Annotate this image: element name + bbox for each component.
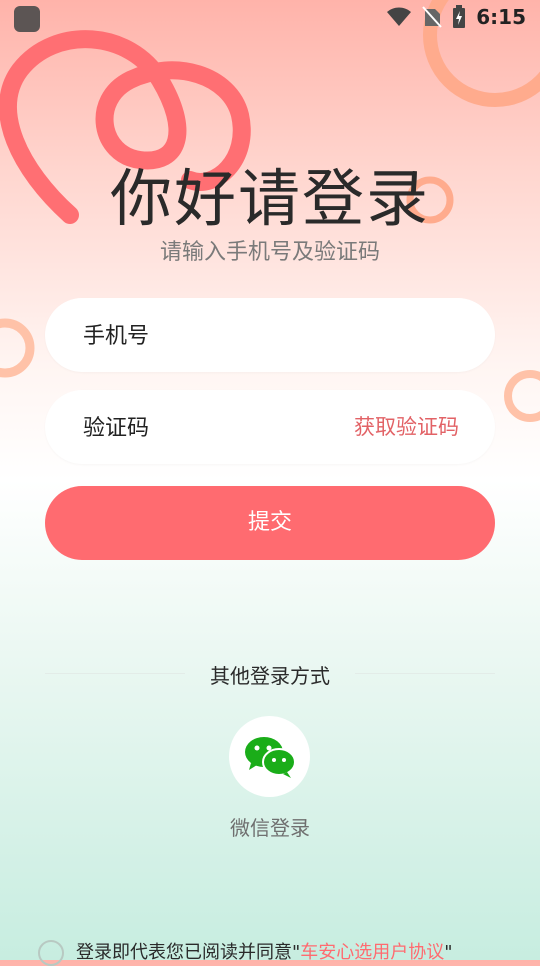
- phone-field[interactable]: [45, 298, 495, 374]
- other-login-label: 其他登录方式: [210, 664, 330, 688]
- get-code-button[interactable]: 获取验证码: [354, 390, 459, 464]
- wechat-login-button[interactable]: [229, 716, 310, 797]
- battery-charging-icon: [453, 5, 466, 28]
- agreement-checkbox[interactable]: [38, 940, 64, 966]
- phone-input[interactable]: [81, 298, 345, 374]
- no-sim-icon: [422, 6, 442, 28]
- submit-button[interactable]: 提交: [45, 486, 495, 560]
- code-field[interactable]: 获取验证码: [45, 390, 495, 466]
- status-time: 6:15: [476, 5, 526, 29]
- app-icon: [14, 6, 40, 32]
- wechat-login-label: 微信登录: [230, 816, 310, 840]
- page-subtitle: 请输入手机号及验证码: [159, 240, 380, 265]
- code-input[interactable]: [81, 390, 345, 466]
- page-title: 你好请登录: [109, 162, 430, 235]
- agreement-row: 登录即代表您已阅读并同意"车安心选用户协议": [38, 938, 538, 966]
- wifi-icon: [387, 7, 412, 26]
- status-icons: 6:15: [386, 5, 526, 29]
- wechat-icon: [245, 737, 296, 778]
- status-bar: 6:15: [0, 0, 540, 36]
